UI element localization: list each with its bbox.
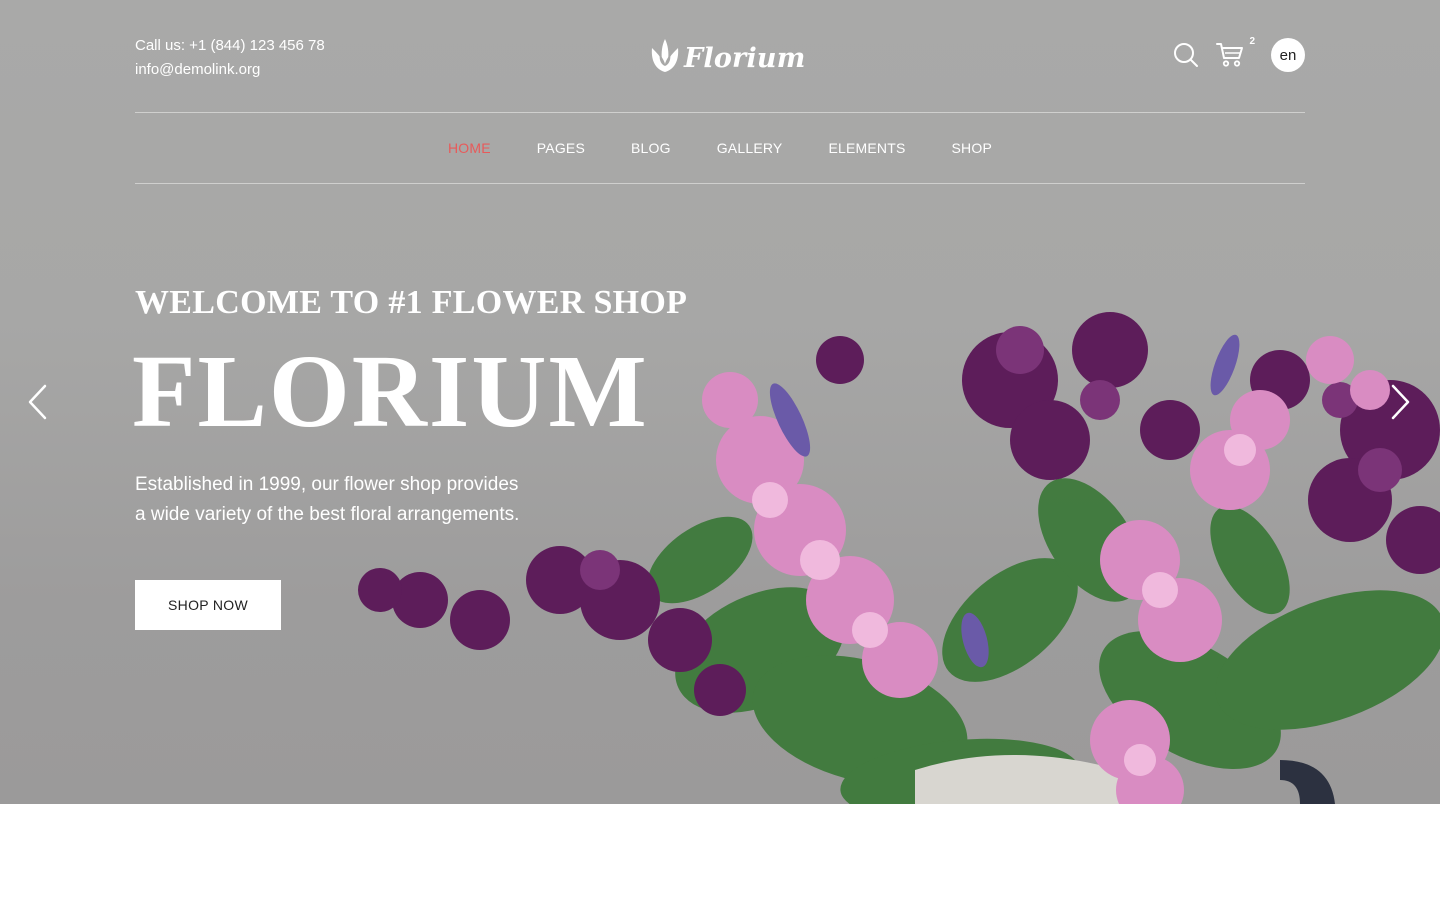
header-tools: 2 en	[1169, 36, 1305, 72]
nav-item-pages[interactable]: PAGES	[537, 140, 585, 156]
cart-button[interactable]: 2	[1213, 36, 1255, 72]
hero-description-line-2: a wide variety of the best floral arrang…	[135, 504, 520, 525]
slider-next-button[interactable]	[1380, 382, 1420, 422]
tulip-icon	[651, 39, 679, 72]
chevron-right-icon	[1391, 384, 1410, 420]
contact-email[interactable]: info@demolink.org	[135, 58, 325, 82]
cart-icon	[1216, 43, 1243, 67]
site-logo[interactable]: Florium	[648, 36, 806, 74]
nav-item-home[interactable]: HOME	[448, 140, 491, 156]
logo-text: Florium	[684, 42, 806, 74]
main-nav: HOME PAGES BLOG GALLERY ELEMENTS SHOP	[0, 113, 1440, 183]
contact-phone[interactable]: Call us: +1 (844) 123 456 78	[135, 34, 325, 58]
language-switcher[interactable]: en	[1271, 38, 1305, 72]
nav-item-shop[interactable]: SHOP	[952, 140, 992, 156]
nav-item-blog[interactable]: BLOG	[631, 140, 671, 156]
shop-now-button[interactable]: SHOP NOW	[135, 580, 281, 630]
chevron-left-icon	[28, 384, 47, 420]
nav-item-elements[interactable]: ELEMENTS	[828, 140, 905, 156]
search-button[interactable]	[1169, 38, 1203, 72]
hero-subtitle: WELCOME TO #1 FLOWER SHOP	[135, 284, 688, 321]
hero-description-line-1: Established in 1999, our flower shop pro…	[135, 474, 519, 495]
nav-item-gallery[interactable]: GALLERY	[717, 140, 783, 156]
hero-title: FLORIUM	[132, 334, 649, 449]
nav-divider-bottom	[135, 183, 1305, 184]
slider-prev-button[interactable]	[18, 382, 58, 422]
search-icon	[1174, 43, 1198, 67]
cart-count-badge: 2	[1249, 36, 1255, 47]
hero-slider: Call us: +1 (844) 123 456 78 info@demoli…	[0, 0, 1440, 804]
header-contact: Call us: +1 (844) 123 456 78 info@demoli…	[135, 34, 325, 82]
hero-description: Established in 1999, our flower shop pro…	[135, 470, 595, 530]
